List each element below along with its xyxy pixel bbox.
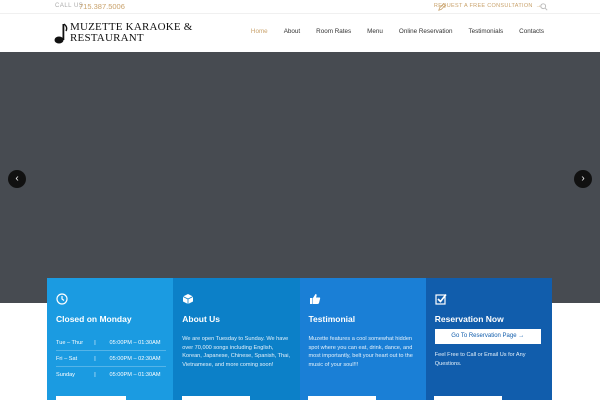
hours-row: Fri – Sat | 05:00PM – 02:30AM — [56, 351, 166, 367]
feature-title: About Us — [182, 314, 221, 324]
card-footer-strip — [308, 396, 376, 400]
site-logo[interactable]: MUZETTE KARAOKE & RESTAURANT — [54, 21, 192, 47]
top-bar: CALL US 715.387.5006 REQUEST A FREE CONS… — [0, 0, 600, 14]
main-nav: Home About Room Rates Menu Online Reserv… — [235, 28, 544, 35]
hours-day: Sunday — [56, 372, 75, 378]
reservation-page-button[interactable]: Go To Reservation Page → — [434, 329, 541, 344]
feature-about: About Us We are open Tuesday to Sunday. … — [173, 278, 300, 400]
feature-text: We are open Tuesday to Sunday. We have o… — [182, 336, 291, 369]
hours-list: Tue – Thur | 05:00PM – 01:30AM Fri – Sat… — [56, 335, 166, 383]
site-header: MUZETTE KARAOKE & RESTAURANT Home About … — [0, 14, 600, 52]
nav-item-home[interactable]: Home — [251, 28, 268, 35]
hours-row: Sunday | 05:00PM – 01:30AM — [56, 367, 166, 383]
hours-row: Tue – Thur | 05:00PM – 01:30AM — [56, 335, 166, 351]
hours-separator: | — [94, 372, 96, 378]
hours-time: 05:00PM – 01:30AM — [109, 339, 161, 346]
feature-title: Closed on Monday — [56, 314, 132, 324]
card-footer-strip — [182, 396, 250, 400]
feature-reservation: Reservation Now Go To Reservation Page →… — [425, 278, 552, 400]
nav-item-about[interactable]: About — [284, 28, 300, 35]
card-footer-strip — [434, 396, 502, 400]
checkbox-icon — [435, 294, 447, 305]
nav-item-menu[interactable]: Menu — [367, 28, 383, 35]
phone-number[interactable]: 715.387.5006 — [79, 2, 125, 11]
feature-hours: Closed on Monday Tue – Thur | 05:00PM – … — [47, 278, 174, 400]
search-icon[interactable] — [540, 3, 548, 11]
card-footer-strip — [56, 396, 126, 400]
feature-text: Muzette features a cool somewhat hidden … — [308, 336, 413, 369]
hours-separator: | — [94, 355, 96, 362]
clock-icon — [56, 293, 68, 305]
hours-time: 05:00PM – 02:30AM — [109, 355, 161, 362]
consultation-label: REQUEST A FREE CONSULTATION — [433, 3, 533, 9]
request-consultation-link[interactable]: REQUEST A FREE CONSULTATION → — [434, 3, 542, 9]
hours-day: Tue – Thur — [56, 339, 84, 346]
thumbs-up-icon — [309, 294, 320, 304]
nav-item-room-rates[interactable]: Room Rates — [316, 28, 351, 35]
hero-slider: ‹ › — [0, 52, 600, 303]
slider-prev-button[interactable]: ‹ — [8, 170, 26, 188]
music-note-icon — [54, 23, 68, 44]
slider-next-button[interactable]: › — [574, 170, 592, 188]
hours-time: 05:00PM – 01:30AM — [109, 372, 161, 378]
nav-item-contacts[interactable]: Contacts — [519, 28, 544, 35]
feature-title: Reservation Now — [434, 314, 504, 324]
cube-icon — [183, 294, 194, 304]
nav-item-testimonials[interactable]: Testimonials — [468, 28, 503, 35]
feature-title: Testimonial — [308, 314, 356, 324]
nav-item-online-reservation[interactable]: Online Reservation — [399, 28, 453, 35]
feature-text: Feel Free to Call or Email Us for Any Qu… — [434, 352, 526, 367]
hours-day: Fri – Sat — [56, 355, 78, 362]
logo-text-line2: RESTAURANT — [70, 32, 144, 44]
feature-boxes: Closed on Monday Tue – Thur | 05:00PM – … — [47, 278, 552, 400]
hours-separator: | — [94, 339, 96, 346]
feature-testimonial: Testimonial Muzette features a cool some… — [299, 278, 426, 400]
